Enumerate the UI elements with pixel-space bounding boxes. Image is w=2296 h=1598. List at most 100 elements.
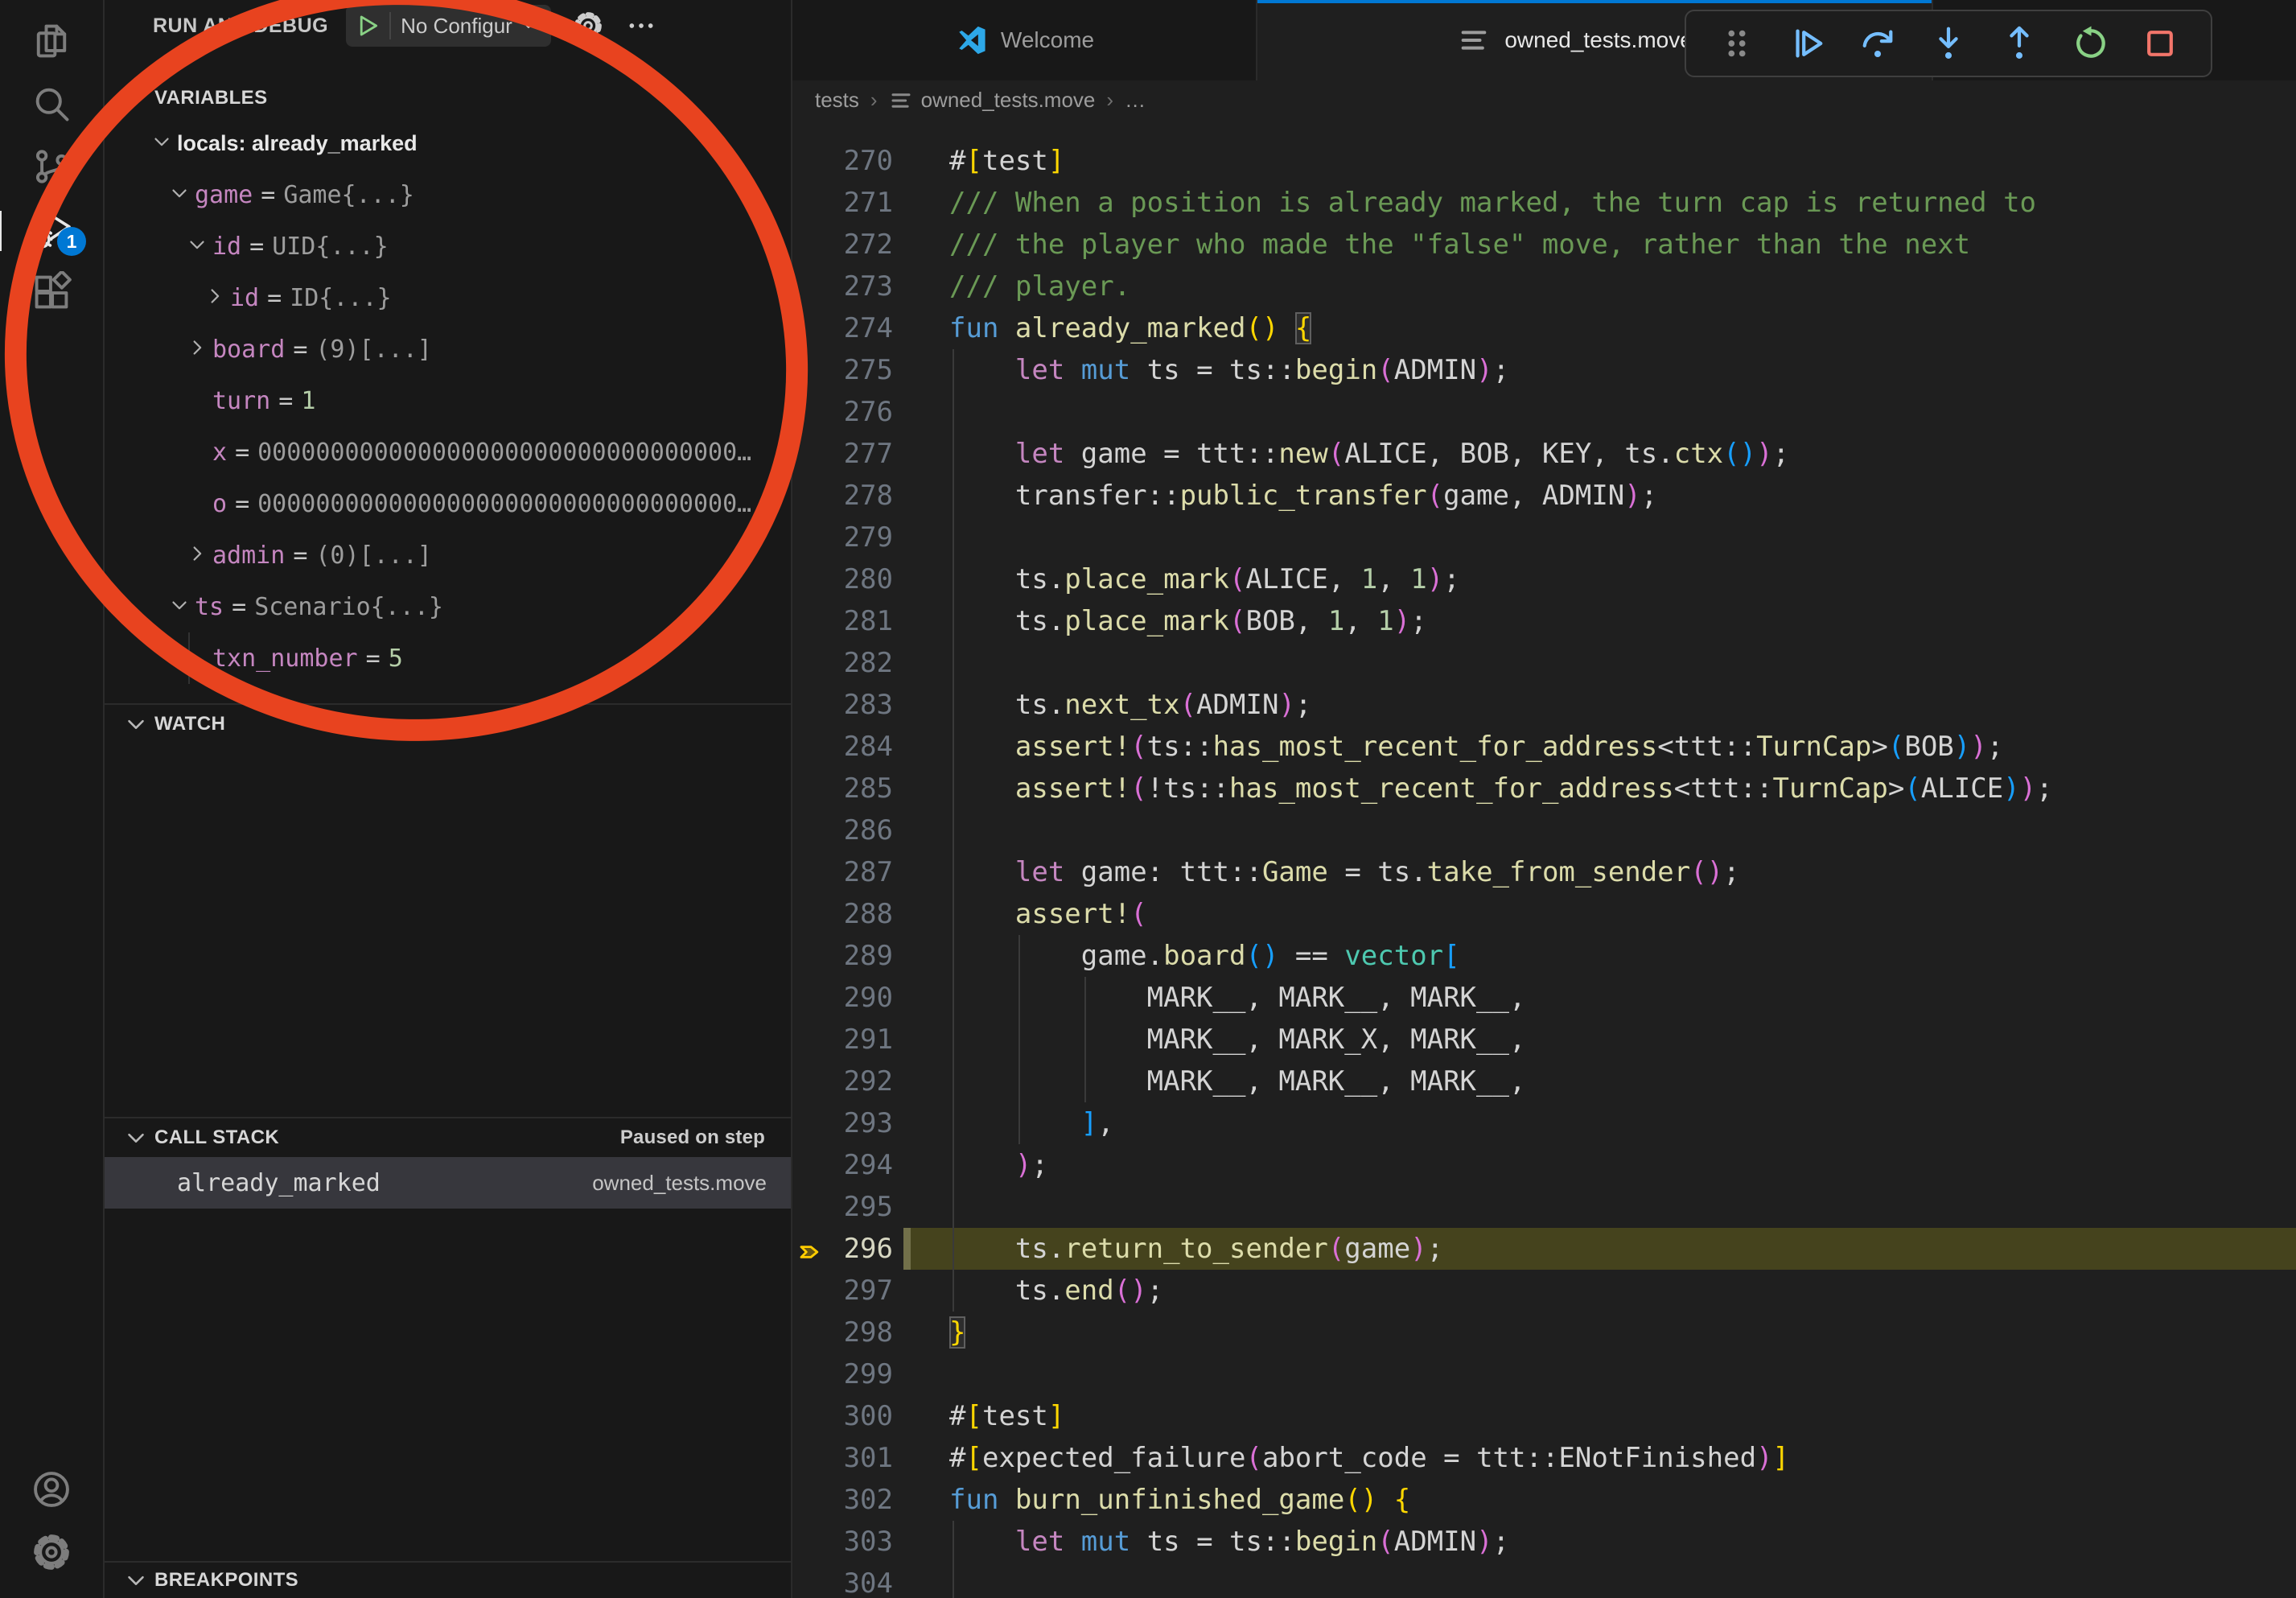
code-line[interactable]: 297 ts.end(); [792,1270,2296,1312]
code-line[interactable]: 300#[test] [792,1395,2296,1437]
line-number[interactable]: 297 [792,1270,893,1312]
code-line[interactable]: 274fun already_marked() { [792,307,2296,349]
activity-item-search[interactable] [0,74,104,137]
line-number[interactable]: 275 [792,349,893,391]
variable-row-ts[interactable]: ts=Scenario{...} [105,581,791,632]
line-number[interactable]: 285 [792,768,893,809]
line-number[interactable]: 304 [792,1563,893,1598]
step-out-button[interactable] [1993,17,2046,70]
code-line[interactable]: 271/// When a position is already marked… [792,182,2296,224]
code-line[interactable]: 275 let mut ts = ts::begin(ADMIN); [792,349,2296,391]
line-number[interactable]: 293 [792,1102,893,1144]
code-line-current[interactable]: 296 ts.return_to_sender(game); [792,1228,2296,1270]
code-line[interactable]: 304 [792,1563,2296,1598]
line-number[interactable]: 278 [792,475,893,517]
line-number[interactable]: 298 [792,1312,893,1353]
line-number[interactable]: 270 [792,140,893,182]
line-number[interactable]: 288 [792,893,893,935]
code-line[interactable]: 298} [792,1312,2296,1353]
gear-icon[interactable] [572,10,604,42]
code-line[interactable]: 277 let game = ttt::new(ALICE, BOB, KEY,… [792,433,2296,475]
code-line[interactable]: 284 assert!(ts::has_most_recent_for_addr… [792,726,2296,768]
breadcrumb-item[interactable]: … [1125,88,1146,113]
debug-config-dropdown[interactable]: No Configur [346,5,551,47]
variable-row-admin[interactable]: admin=(0)[...] [105,529,791,581]
activity-item-source-control[interactable] [0,137,104,200]
line-number[interactable]: 290 [792,977,893,1019]
step-into-button[interactable] [1922,17,1975,70]
line-number[interactable]: 301 [792,1437,893,1479]
code-line[interactable]: 295 [792,1186,2296,1228]
variables-scope-row[interactable]: locals: already_marked [105,117,791,169]
drag-handle-icon[interactable] [1710,17,1763,70]
chevron-down-icon[interactable] [167,178,195,212]
stop-button[interactable] [2133,17,2187,70]
code-editor[interactable]: 270#[test]271/// When a position is alre… [792,119,2296,1598]
line-number[interactable]: 273 [792,266,893,307]
chevron-right-icon[interactable] [185,332,212,366]
watch-section-header[interactable]: WATCH [105,705,791,743]
restart-button[interactable] [2064,17,2117,70]
line-number[interactable]: 283 [792,684,893,726]
activity-item-account[interactable] [0,1460,104,1522]
activity-item-explorer[interactable] [0,11,104,74]
code-line[interactable]: 276 [792,391,2296,433]
code-line[interactable]: 299 [792,1353,2296,1395]
line-number[interactable]: 277 [792,433,893,475]
code-line[interactable]: 272/// the player who made the "false" m… [792,224,2296,266]
call-stack-frame[interactable]: already_marked owned_tests.move [105,1157,791,1209]
code-line[interactable]: 287 let game: ttt::Game = ts.take_from_s… [792,851,2296,893]
line-number[interactable]: 295 [792,1186,893,1228]
chevron-down-icon[interactable] [167,590,195,624]
code-line[interactable]: 301#[expected_failure(abort_code = ttt::… [792,1437,2296,1479]
line-number[interactable]: 276 [792,391,893,433]
code-line[interactable]: 303 let mut ts = ts::begin(ADMIN); [792,1521,2296,1563]
activity-item-settings[interactable] [0,1522,104,1585]
line-number[interactable]: 303 [792,1521,893,1563]
code-line[interactable]: 278 transfer::public_transfer(game, ADMI… [792,475,2296,517]
code-line[interactable]: 279 [792,517,2296,558]
line-number[interactable]: 291 [792,1019,893,1061]
variable-row-txn_number[interactable]: txn_number=5 [105,632,791,684]
line-number[interactable]: 294 [792,1144,893,1186]
line-number[interactable]: 282 [792,642,893,684]
step-over-button[interactable] [1851,17,1904,70]
code-line[interactable]: 270#[test] [792,140,2296,182]
chevron-right-icon[interactable] [185,538,212,572]
code-line[interactable]: 273/// player. [792,266,2296,307]
tab-welcome[interactable]: Welcome [792,0,1257,80]
code-line[interactable]: 283 ts.next_tx(ADMIN); [792,684,2296,726]
variables-section-header[interactable]: VARIABLES [105,79,791,117]
code-line[interactable]: 294 ); [792,1144,2296,1186]
activity-item-run-debug[interactable]: 1 [0,200,104,262]
code-line[interactable]: 281 ts.place_mark(BOB, 1, 1); [792,600,2296,642]
code-line[interactable]: 288 assert!( [792,893,2296,935]
breakpoints-section-header[interactable]: BREAKPOINTS [105,1563,791,1598]
line-number[interactable]: 286 [792,809,893,851]
line-number[interactable]: 287 [792,851,893,893]
line-number[interactable]: 279 [792,517,893,558]
call-stack-section-header[interactable]: CALL STACK Paused on step [105,1118,791,1157]
variable-row-turn[interactable]: turn=1 [105,375,791,426]
variable-row-id[interactable]: id=UID{...} [105,220,791,272]
code-line[interactable]: 302fun burn_unfinished_game() { [792,1479,2296,1521]
line-number[interactable]: 292 [792,1061,893,1102]
code-line[interactable]: 285 assert!(!ts::has_most_recent_for_add… [792,768,2296,809]
line-number[interactable]: 281 [792,600,893,642]
breadcrumb-item[interactable]: owned_tests.move [889,87,1096,113]
code-line[interactable]: 280 ts.place_mark(ALICE, 1, 1); [792,558,2296,600]
line-number[interactable]: 289 [792,935,893,977]
line-number[interactable]: 284 [792,726,893,768]
start-debugging-icon[interactable] [354,12,381,39]
line-number[interactable]: 280 [792,558,893,600]
ellipsis-icon[interactable] [625,10,657,42]
variable-row-game[interactable]: game=Game{...} [105,169,791,220]
line-number[interactable]: 302 [792,1479,893,1521]
chevron-right-icon[interactable] [203,281,230,315]
chevron-down-icon[interactable] [185,229,212,263]
code-line[interactable]: 282 [792,642,2296,684]
line-number[interactable]: 300 [792,1395,893,1437]
continue-button[interactable] [1781,17,1834,70]
variable-row-o[interactable]: o=000000000000000000000000000000000… [105,478,791,529]
code-line[interactable]: 286 [792,809,2296,851]
